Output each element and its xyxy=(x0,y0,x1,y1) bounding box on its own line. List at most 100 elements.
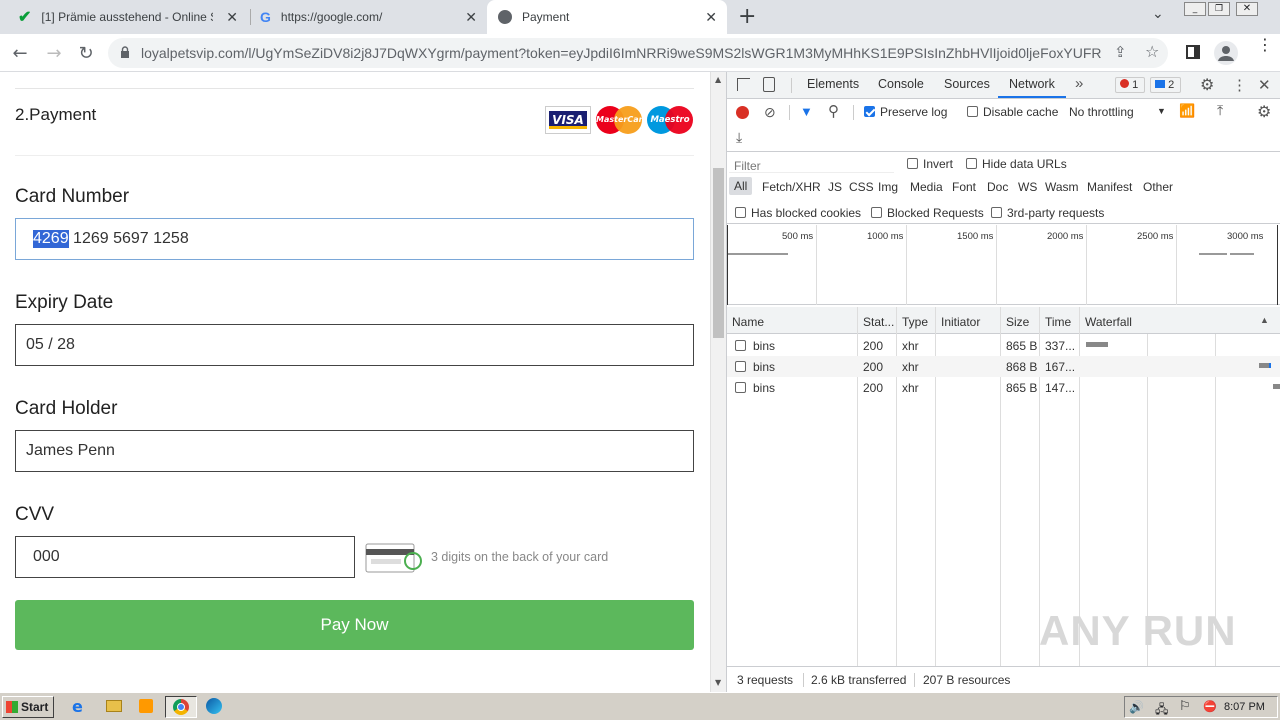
scroll-up-icon[interactable]: ▲ xyxy=(715,75,721,84)
error-count-badge[interactable]: 1 xyxy=(1115,77,1145,93)
forward-icon[interactable]: → xyxy=(42,41,66,65)
close-devtools-icon[interactable]: ✕ xyxy=(1258,76,1271,94)
filter-type-js[interactable]: JS xyxy=(828,180,842,194)
message-count-badge[interactable]: 2 xyxy=(1150,77,1181,93)
filter-icon[interactable]: ▼ xyxy=(800,104,813,119)
scroll-down-icon[interactable]: ▼ xyxy=(715,678,721,687)
minimize-icon[interactable]: _ xyxy=(1184,2,1206,16)
table-row[interactable]: bins 200 xhr 868 B 167... xyxy=(727,356,1280,377)
windows-taskbar: Start e 🔊 🖧 ⚐ ⛔ 8:07 PM xyxy=(0,692,1280,720)
card-number-input[interactable]: 4269 1269 5697 1258 xyxy=(15,218,694,260)
clear-icon[interactable]: ⊘ xyxy=(764,104,776,121)
request-table-header: Name Stat... Type Initiator Size Time Wa… xyxy=(727,307,1280,334)
waterfall-bar xyxy=(1259,363,1271,368)
table-row[interactable]: bins 200 xhr 865 B 337... xyxy=(727,335,1280,356)
column-type[interactable]: Type xyxy=(902,315,928,329)
edge-icon[interactable] xyxy=(206,698,222,714)
close-window-icon[interactable]: ✕ xyxy=(1236,2,1258,16)
volume-icon[interactable]: 🔊 xyxy=(1129,700,1144,714)
filter-type-img[interactable]: Img xyxy=(878,180,898,194)
filter-type-other[interactable]: Other xyxy=(1143,180,1173,194)
media-player-icon[interactable] xyxy=(139,699,153,713)
third-party-checkbox[interactable]: 3rd-party requests xyxy=(991,206,1104,220)
close-icon[interactable]: ✕ xyxy=(226,9,238,26)
filter-type-fetch-xhr[interactable]: Fetch/XHR xyxy=(762,180,821,194)
ie-icon[interactable]: e xyxy=(72,697,83,716)
column-status[interactable]: Stat... xyxy=(863,315,894,329)
flag-icon[interactable]: ⚐ xyxy=(1179,699,1191,714)
tab-search-icon[interactable]: ⌄ xyxy=(1152,6,1164,22)
filter-type-ws[interactable]: WS xyxy=(1018,180,1037,194)
menu-dots-icon[interactable]: ⋮ xyxy=(1257,37,1273,53)
page-scrollbar[interactable]: ▲ ▼ xyxy=(710,72,726,692)
scrollbar-thumb[interactable] xyxy=(713,168,724,338)
pay-now-button[interactable]: Pay Now xyxy=(15,600,694,650)
start-button[interactable]: Start xyxy=(2,696,54,718)
back-icon[interactable]: ← xyxy=(8,41,32,65)
explorer-folder-icon[interactable] xyxy=(106,700,122,712)
preserve-log-checkbox[interactable]: Preserve log xyxy=(864,105,947,119)
table-row[interactable]: bins 200 xhr 865 B 147... xyxy=(727,377,1280,398)
column-size[interactable]: Size xyxy=(1006,315,1029,329)
invert-checkbox[interactable]: Invert xyxy=(907,157,953,171)
blocked-requests-checkbox[interactable]: Blocked Requests xyxy=(871,206,984,220)
throttling-select[interactable]: No throttling ▼ xyxy=(1069,105,1166,119)
inspect-element-icon[interactable] xyxy=(737,78,750,91)
filter-type-media[interactable]: Media xyxy=(910,180,943,194)
filter-type-all[interactable]: All xyxy=(729,177,753,195)
blocked-filters: Has blocked cookies Blocked Requests 3rd… xyxy=(727,202,1280,224)
column-name[interactable]: Name xyxy=(732,315,764,329)
sort-ascending-icon[interactable]: ▲ xyxy=(1260,315,1269,325)
network-settings-icon[interactable]: ⚙ xyxy=(1257,102,1271,122)
filter-input[interactable]: Filter xyxy=(729,155,894,173)
filter-type-css[interactable]: CSS xyxy=(849,180,874,194)
restore-icon[interactable]: ❐ xyxy=(1208,2,1230,16)
filter-type-doc[interactable]: Doc xyxy=(987,180,1008,194)
filter-type-font[interactable]: Font xyxy=(952,180,976,194)
tab-console[interactable]: Console xyxy=(878,77,924,91)
side-panel-icon[interactable] xyxy=(1186,45,1200,59)
profile-avatar-icon[interactable] xyxy=(1214,41,1238,65)
search-icon[interactable]: ⚲ xyxy=(828,102,839,120)
tab-elements[interactable]: Elements xyxy=(807,77,859,91)
network-conditions-icon[interactable]: 📶 xyxy=(1179,103,1195,119)
request-size: 868 B xyxy=(1006,360,1038,374)
bookmark-star-icon[interactable]: ☆ xyxy=(1145,42,1159,61)
export-har-icon[interactable]: ⤓ xyxy=(736,129,742,146)
tab-sources[interactable]: Sources xyxy=(944,77,990,91)
import-har-icon[interactable]: ⤒ xyxy=(1217,102,1223,119)
chrome-taskbar-button[interactable] xyxy=(165,696,197,718)
filter-type-wasm[interactable]: Wasm xyxy=(1045,180,1079,194)
tab-title: Payment xyxy=(522,10,570,24)
column-initiator[interactable]: Initiator xyxy=(941,315,980,329)
disable-cache-checkbox[interactable]: Disable cache xyxy=(967,105,1058,119)
close-icon[interactable]: ✕ xyxy=(465,9,477,26)
card-holder-input[interactable]: James Penn xyxy=(15,430,694,472)
timeline-overview[interactable]: 500 ms 1000 ms 1500 ms 2000 ms 2500 ms 3… xyxy=(727,225,1280,305)
tab-payment[interactable]: Payment ✕ xyxy=(487,0,727,34)
close-icon[interactable]: ✕ xyxy=(705,9,717,26)
network-icon[interactable]: 🖧 xyxy=(1155,700,1168,721)
reload-icon[interactable]: ↻ xyxy=(74,41,98,65)
tab-survey[interactable]: ✔ [1] Prämie ausstehend - Online Survey … xyxy=(8,0,248,34)
record-icon[interactable] xyxy=(736,106,749,119)
more-tabs-icon[interactable]: » xyxy=(1075,75,1083,92)
filter-type-manifest[interactable]: Manifest xyxy=(1087,180,1132,194)
tab-google[interactable]: G https://google.com/ ✕ xyxy=(251,0,487,34)
address-bar[interactable]: loyalpetsvip.com/l/UgYmSeZiDV8i2j8J7DqWX… xyxy=(108,38,1168,68)
expiry-date-input[interactable]: 05 / 28 xyxy=(15,324,694,366)
has-blocked-cookies-checkbox[interactable]: Has blocked cookies xyxy=(735,206,861,220)
settings-gear-icon[interactable]: ⚙ xyxy=(1200,75,1214,95)
cvv-input[interactable]: 000 xyxy=(15,536,355,578)
hide-data-urls-checkbox[interactable]: Hide data URLs xyxy=(966,157,1067,171)
devtools-menu-icon[interactable]: ⋮ xyxy=(1232,76,1247,94)
card-holder-label: Card Holder xyxy=(15,398,118,419)
security-icon[interactable]: ⛔ xyxy=(1203,700,1217,713)
column-time[interactable]: Time xyxy=(1045,315,1071,329)
column-waterfall[interactable]: Waterfall xyxy=(1085,315,1132,329)
share-icon[interactable]: ⇪ xyxy=(1114,43,1127,61)
tab-network[interactable]: Network xyxy=(1009,77,1055,91)
device-toolbar-icon[interactable] xyxy=(763,77,775,92)
waterfall-bar xyxy=(1273,384,1280,389)
new-tab-icon[interactable]: + xyxy=(738,4,756,29)
